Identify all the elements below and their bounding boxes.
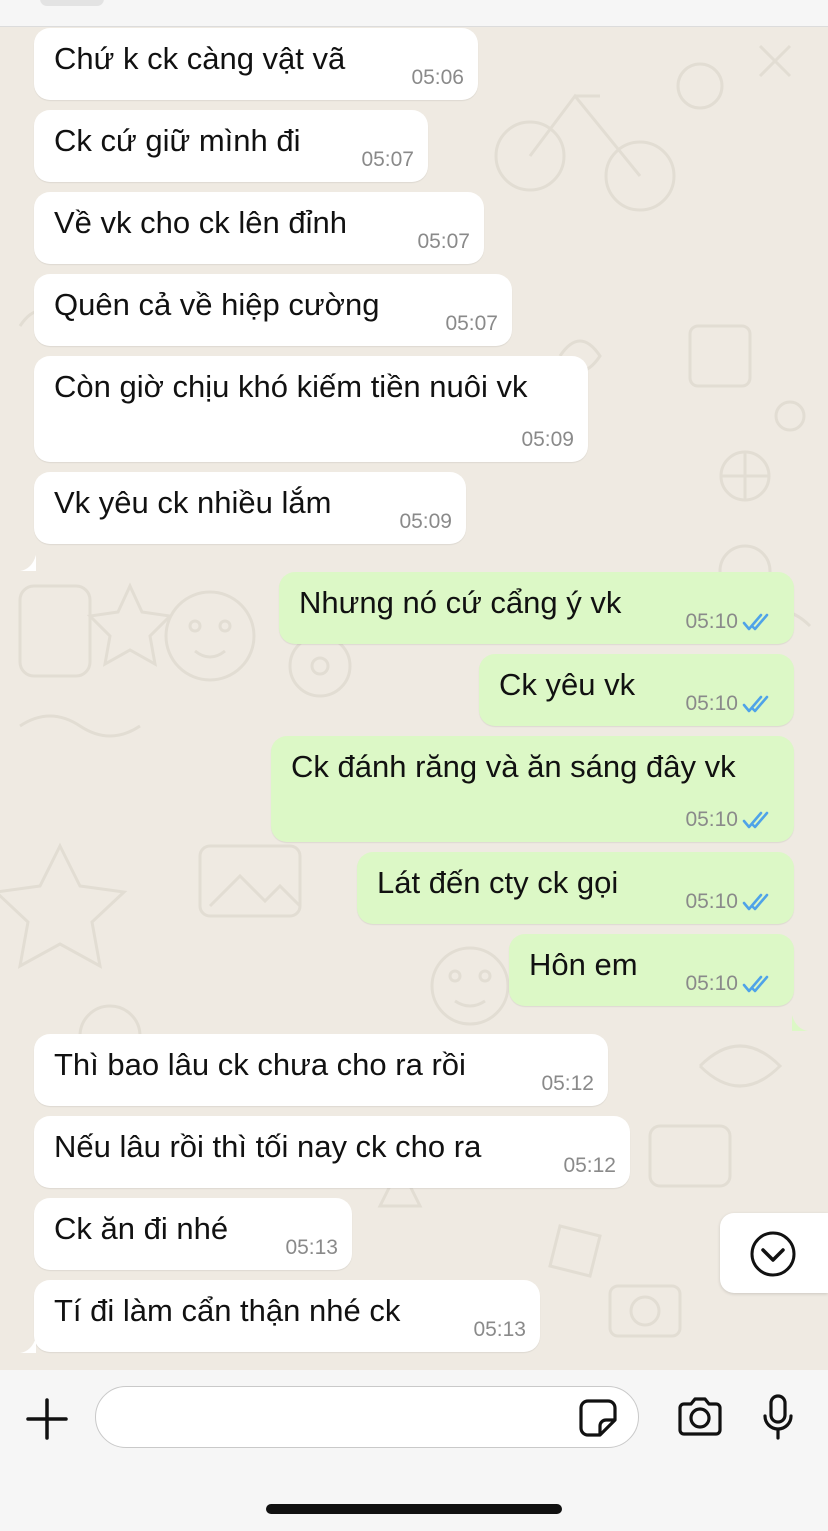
chat-area[interactable]: Chứ k ck càng vật vã 05:06 Ck cứ giữ mình … xyxy=(0,26,828,1370)
timestamp: 05:12 xyxy=(563,1154,616,1177)
incoming-message[interactable]: Vk yêu ck nhiều lắm 05:09 xyxy=(34,472,466,544)
message-text: Nếu lâu rồi thì tối nay ck cho ra xyxy=(54,1129,482,1164)
double-check-icon xyxy=(742,975,769,993)
message-time: 05:07 xyxy=(445,312,498,336)
message-time: 05:13 xyxy=(473,1318,526,1342)
message-time: 05:09 xyxy=(399,510,452,534)
incoming-message[interactable]: Thì bao lâu ck chưa cho ra rồi 05:12 xyxy=(34,1034,608,1106)
bubble-tail xyxy=(20,1337,36,1353)
incoming-message[interactable]: Ck ăn đi nhé 05:13 xyxy=(34,1198,352,1270)
message-input[interactable] xyxy=(95,1386,639,1448)
message-text: Thì bao lâu ck chưa cho ra rồi xyxy=(54,1047,466,1082)
home-indicator xyxy=(266,1504,562,1514)
top-bar-handle xyxy=(40,0,104,6)
top-bar xyxy=(0,0,828,27)
incoming-message[interactable]: Chứ k ck càng vật vã 05:06 xyxy=(34,28,478,100)
incoming-message[interactable]: Tí đi làm cẩn thận nhé ck 05:13 xyxy=(34,1280,540,1352)
outgoing-message[interactable]: Hôn em 05:10 xyxy=(509,934,794,1006)
message-time: 05:07 xyxy=(417,230,470,254)
timestamp: 05:07 xyxy=(417,230,470,253)
incoming-message[interactable]: Về vk cho ck lên đỉnh 05:07 xyxy=(34,192,484,264)
outgoing-message[interactable]: Ck yêu vk 05:10 xyxy=(479,654,794,726)
composer-bar xyxy=(0,1370,828,1531)
timestamp: 05:10 xyxy=(685,808,738,831)
timestamp: 05:07 xyxy=(361,148,414,171)
message-time: 05:13 xyxy=(285,1236,338,1260)
timestamp: 05:06 xyxy=(411,66,464,89)
double-check-icon xyxy=(742,613,769,631)
incoming-message[interactable]: Quên cả về hiệp cường 05:07 xyxy=(34,274,512,346)
message-text: Quên cả về hiệp cường xyxy=(54,287,380,322)
timestamp: 05:10 xyxy=(685,972,738,995)
timestamp: 05:10 xyxy=(685,692,738,715)
timestamp: 05:09 xyxy=(521,428,574,451)
incoming-message[interactable]: Nếu lâu rồi thì tối nay ck cho ra 05:12 xyxy=(34,1116,630,1188)
message-text: Chứ k ck càng vật vã xyxy=(54,41,346,76)
plus-icon[interactable] xyxy=(26,1398,68,1440)
message-time: 05:12 xyxy=(541,1072,594,1096)
message-text: Tí đi làm cẩn thận nhé ck xyxy=(54,1293,401,1328)
message-time: 05:07 xyxy=(361,148,414,172)
message-text: Vk yêu ck nhiều lắm xyxy=(54,485,332,520)
incoming-message[interactable]: Ck cứ giữ mình đi 05:07 xyxy=(34,110,428,182)
chevron-down-icon xyxy=(750,1231,796,1277)
timestamp: 05:10 xyxy=(685,890,738,913)
message-time: 05:09 xyxy=(521,428,574,452)
sticker-icon[interactable] xyxy=(578,1398,618,1438)
timestamp: 05:07 xyxy=(445,312,498,335)
double-check-icon xyxy=(742,695,769,713)
timestamp: 05:09 xyxy=(399,510,452,533)
scroll-to-bottom-button[interactable] xyxy=(720,1213,828,1293)
bubble-tail xyxy=(20,555,36,571)
message-text: Ck cứ giữ mình đi xyxy=(54,123,301,158)
double-check-icon xyxy=(742,893,769,911)
message-time: 05:10 xyxy=(685,972,774,996)
timestamp: 05:13 xyxy=(285,1236,338,1259)
camera-icon[interactable] xyxy=(676,1396,724,1438)
message-time: 05:06 xyxy=(411,66,464,90)
incoming-message[interactable]: Còn giờ chịu khó kiếm tiền nuôi vk 05:09 xyxy=(34,356,588,462)
microphone-icon[interactable] xyxy=(762,1394,794,1442)
timestamp: 05:13 xyxy=(473,1318,526,1341)
timestamp: 05:10 xyxy=(685,610,738,633)
message-time: 05:10 xyxy=(685,692,774,716)
outgoing-message[interactable]: Lát đến cty ck gọi 05:10 xyxy=(357,852,794,924)
outgoing-message[interactable]: Nhưng nó cứ cẩng ý vk 05:10 xyxy=(279,572,794,644)
timestamp: 05:12 xyxy=(541,1072,594,1095)
message-time: 05:10 xyxy=(685,610,774,634)
message-text: Ck đánh răng và ăn sáng đây vk xyxy=(291,749,736,784)
message-time: 05:10 xyxy=(685,890,774,914)
message-time: 05:10 xyxy=(685,808,774,832)
double-check-icon xyxy=(742,811,769,829)
outgoing-message[interactable]: Ck đánh răng và ăn sáng đây vk 05:10 xyxy=(271,736,794,842)
bubble-tail xyxy=(792,1015,808,1031)
message-text: Còn giờ chịu khó kiếm tiền nuôi vk xyxy=(54,369,528,404)
message-time: 05:12 xyxy=(563,1154,616,1178)
message-text: Về vk cho ck lên đỉnh xyxy=(54,205,347,240)
